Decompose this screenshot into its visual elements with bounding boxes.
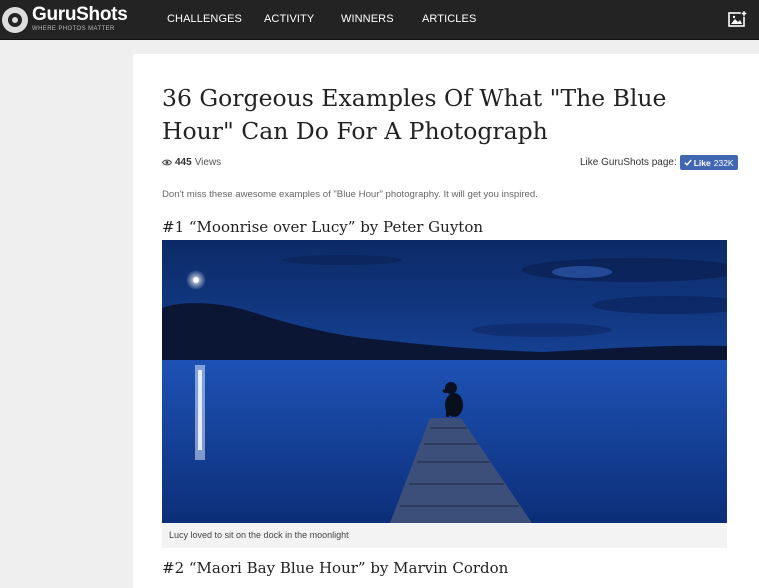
like-page-widget: Like GuruShots page: Like 232K (580, 155, 738, 170)
nav-challenges[interactable]: CHALLENGES (167, 13, 242, 25)
like-page-label: Like GuruShots page: (580, 157, 677, 168)
logo-text: GuruShots WHERE PHOTOS MATTER (32, 4, 128, 32)
camera-aperture-icon (2, 7, 28, 33)
views-counter: 445 Views (162, 157, 221, 168)
gurushots-logo[interactable]: GuruShots WHERE PHOTOS MATTER (2, 4, 128, 33)
article-content: 36 Gorgeous Examples Of What "The Blue H… (133, 54, 759, 588)
add-photo-icon[interactable] (728, 10, 748, 28)
top-navigation-bar: GuruShots WHERE PHOTOS MATTER CHALLENGES… (0, 0, 759, 40)
logo-name: GuruShots (32, 4, 128, 25)
logo-tagline: WHERE PHOTOS MATTER (32, 26, 115, 32)
nav-activity[interactable]: ACTIVITY (264, 13, 314, 25)
facebook-like-label: Like (693, 157, 711, 168)
eye-icon (162, 159, 172, 166)
item-1-photo[interactable] (162, 240, 727, 523)
item-2-heading: #2 “Maori Bay Blue Hour” by Marvin Cordo… (162, 559, 509, 577)
item-1-heading: #1 “Moonrise over Lucy” by Peter Guyton (162, 218, 484, 236)
checkmark-icon (684, 159, 692, 166)
item-1-caption: Lucy loved to sit on the dock in the moo… (162, 523, 727, 548)
views-label: Views (194, 157, 222, 168)
nav-articles[interactable]: ARTICLES (422, 13, 476, 25)
views-count: 445 (175, 157, 192, 168)
article-title: 36 Gorgeous Examples Of What "The Blue H… (162, 84, 667, 145)
facebook-like-count: 232K (713, 157, 734, 168)
facebook-like-button[interactable]: Like 232K (679, 155, 738, 170)
nav-winners[interactable]: WINNERS (341, 13, 394, 25)
article-intro: Don't miss these awesome examples of "Bl… (162, 189, 538, 200)
